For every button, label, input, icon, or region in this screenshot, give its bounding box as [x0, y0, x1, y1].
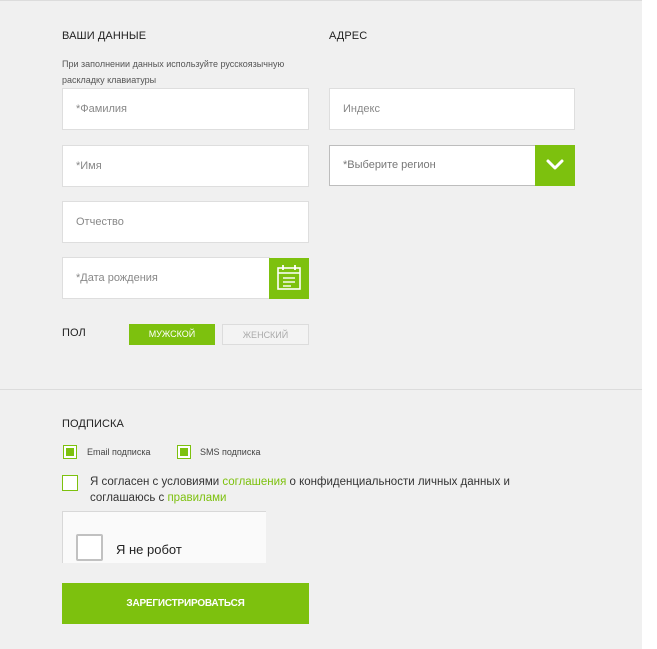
- agree-text: Я согласен с условиями соглашения о конф…: [90, 474, 560, 506]
- address-section-title: АДРЕС: [329, 30, 368, 42]
- first-name-input[interactable]: [63, 146, 308, 186]
- calendar-icon: [277, 265, 301, 290]
- region-select-value: *Выберите регион: [343, 159, 436, 171]
- captcha-widget: Я не робот: [62, 511, 266, 563]
- index-field: [329, 88, 575, 130]
- patronymic-field: [62, 201, 309, 243]
- section-divider: [0, 389, 642, 390]
- sms-subscription-label: SMS подписка: [200, 447, 261, 457]
- birthdate-input[interactable]: [63, 258, 269, 298]
- captcha-label: Я не робот: [116, 542, 182, 557]
- captcha-checkbox[interactable]: [76, 534, 103, 561]
- first-name-field: [62, 145, 309, 187]
- sms-checkbox-mark: [180, 448, 188, 456]
- birthdate-field: [62, 257, 270, 299]
- register-button[interactable]: ЗАРЕГИСТРИРОВАТЬСЯ: [62, 583, 309, 624]
- agreement-link[interactable]: соглашения: [222, 476, 286, 488]
- subscription-section-title: ПОДПИСКА: [62, 418, 124, 430]
- patronymic-input[interactable]: [63, 202, 308, 242]
- gender-female-button[interactable]: ЖЕНСКИЙ: [222, 324, 309, 345]
- personal-section-title: ВАШИ ДАННЫЕ: [62, 30, 147, 42]
- chevron-down-icon: [546, 159, 564, 170]
- agree-checkbox[interactable]: [62, 475, 78, 491]
- page-edge: [642, 0, 657, 649]
- last-name-field: [62, 88, 309, 130]
- region-select[interactable]: *Выберите регион: [329, 145, 536, 186]
- layout-hint: При заполнении данных используйте русско…: [62, 59, 285, 85]
- last-name-input[interactable]: [63, 89, 308, 129]
- index-input[interactable]: [330, 89, 574, 129]
- email-subscription-label: Email подписка: [87, 447, 151, 457]
- email-subscription-checkbox[interactable]: [63, 445, 77, 459]
- top-border: [0, 0, 642, 1]
- region-dropdown-button[interactable]: [535, 145, 575, 186]
- sms-subscription-checkbox[interactable]: [177, 445, 191, 459]
- calendar-button[interactable]: [269, 258, 309, 299]
- email-checkbox-mark: [66, 448, 74, 456]
- gender-label: ПОЛ: [62, 327, 86, 339]
- gender-male-button[interactable]: МУЖСКОЙ: [129, 324, 215, 345]
- rules-link[interactable]: правилами: [167, 492, 226, 504]
- agree-text-part1: Я согласен с условиями: [90, 476, 223, 488]
